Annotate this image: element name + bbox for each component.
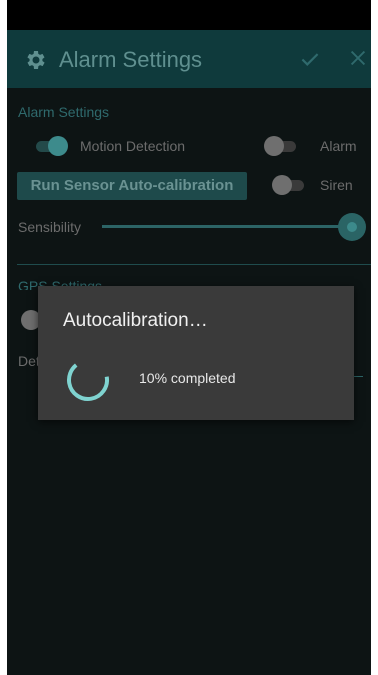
toggle-thumb [272, 175, 292, 195]
alarm-label: Alarm [320, 138, 357, 154]
sensibility-slider-thumb[interactable] [338, 213, 366, 241]
toggle-thumb [48, 136, 68, 156]
close-icon[interactable] [347, 47, 369, 69]
gps-row-label: Det [18, 353, 40, 369]
gear-icon[interactable] [23, 48, 47, 72]
motion-detection-label: Motion Detection [80, 138, 186, 154]
status-bar [7, 0, 371, 30]
section-divider [17, 264, 371, 265]
alarm-toggle[interactable] [264, 136, 300, 156]
progress-message: 10% completed [139, 370, 236, 386]
sensibility-label: Sensibility [18, 219, 82, 235]
alarm-settings-section-title: Alarm Settings [18, 104, 110, 120]
dialog-title: Autocalibration… [63, 310, 208, 331]
autocalibration-dialog: Autocalibration… 10% completed [38, 286, 354, 420]
page-title: Alarm Settings [59, 47, 203, 72]
progress-spinner-icon [67, 359, 109, 401]
run-sensor-auto-calibration-button[interactable]: Run Sensor Auto-calibration [17, 172, 247, 200]
toggle-thumb [264, 136, 284, 156]
sensibility-slider-track[interactable] [102, 225, 347, 228]
siren-toggle[interactable] [272, 175, 308, 195]
phone-screen: Alarm Settings Alarm Settings Motion Det… [7, 0, 371, 675]
siren-label: Siren [320, 177, 353, 193]
gps-row-indicator [353, 376, 363, 377]
motion-detection-toggle[interactable] [32, 136, 68, 156]
check-icon[interactable] [297, 46, 323, 72]
app-bar: Alarm Settings [7, 30, 371, 88]
